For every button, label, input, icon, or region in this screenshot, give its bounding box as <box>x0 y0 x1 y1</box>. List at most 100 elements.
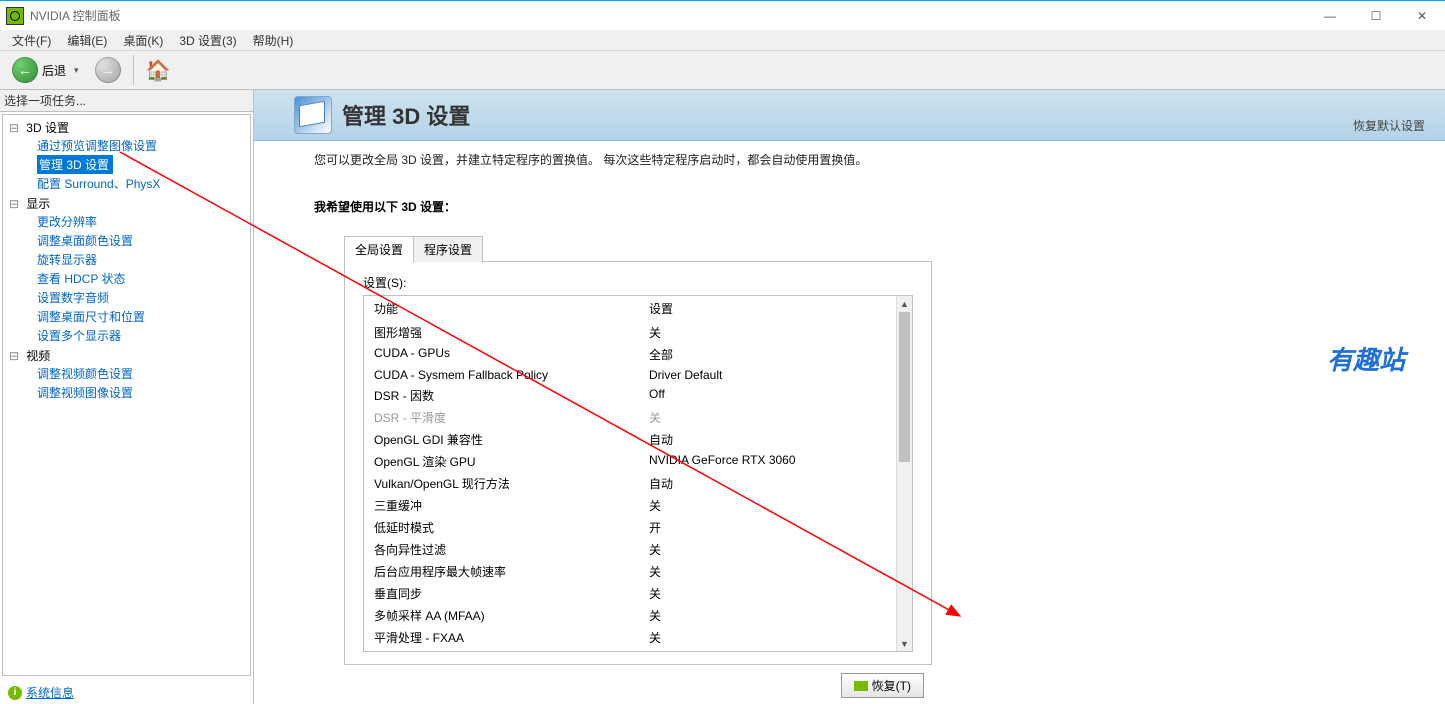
setting-value[interactable]: 自动 <box>639 428 897 450</box>
setting-feature: 图形增强 <box>364 321 639 343</box>
close-button[interactable]: ✕ <box>1399 1 1445 30</box>
setting-value[interactable]: 关 <box>639 626 897 648</box>
tree-group-label[interactable]: 视频 <box>7 347 246 364</box>
settings-table: 功能 设置 图形增强关CUDA - GPUs全部CUDA - Sysmem Fa… <box>363 295 913 652</box>
setting-value[interactable]: 关 <box>639 538 897 560</box>
system-info-link[interactable]: i 系统信息 <box>0 678 253 704</box>
restore-defaults-link[interactable]: 恢复默认设置 <box>1353 117 1425 134</box>
scroll-up-icon[interactable]: ▲ <box>897 296 912 311</box>
setting-feature: 垂直同步 <box>364 582 639 604</box>
settings-row[interactable]: 垂直同步关 <box>364 582 897 604</box>
setting-feature: 平滑处理 - 模式 <box>364 648 639 651</box>
task-header: 选择一项任务... <box>0 90 253 112</box>
setting-value[interactable]: 自动 <box>639 472 897 494</box>
settings-row[interactable]: CUDA - Sysmem Fallback PolicyDriver Defa… <box>364 365 897 384</box>
tree-group-display: 显示 更改分辨率 调整桌面颜色设置 旋转显示器 查看 HDCP 状态 设置数字音… <box>7 195 246 345</box>
settings-row[interactable]: 各向异性过滤关 <box>364 538 897 560</box>
settings-row[interactable]: Vulkan/OpenGL 现行方法自动 <box>364 472 897 494</box>
setting-feature: DSR - 平滑度 <box>364 406 639 428</box>
nvidia-logo-icon <box>854 681 868 691</box>
window-controls: — ☐ ✕ <box>1307 1 1445 30</box>
workspace: 选择一项任务... 3D 设置 通过预览调整图像设置 管理 3D 设置 配置 S… <box>0 90 1445 704</box>
settings-row[interactable]: DSR - 因数Off <box>364 384 897 406</box>
setting-value[interactable]: 关 <box>639 321 897 343</box>
main-body: 您可以更改全局 3D 设置，并建立特定程序的置换值。 每次这些特定程序启动时，都… <box>254 141 1445 698</box>
tree-item-preview[interactable]: 通过预览调整图像设置 <box>7 136 246 155</box>
home-button[interactable]: 🏠 <box>142 55 175 85</box>
settings-scroll[interactable]: 功能 设置 图形增强关CUDA - GPUs全部CUDA - Sysmem Fa… <box>364 296 897 651</box>
setting-value[interactable]: 全部 <box>639 343 897 365</box>
menubar: 文件(F) 编辑(E) 桌面(K) 3D 设置(3) 帮助(H) <box>0 30 1445 51</box>
tree-item[interactable]: 查看 HDCP 状态 <box>7 269 246 288</box>
col-feature-header: 功能 <box>364 296 639 321</box>
setting-value[interactable]: 关 <box>639 406 897 428</box>
setting-value[interactable]: NVIDIA GeForce RTX 3060 <box>639 450 897 472</box>
menu-edit[interactable]: 编辑(E) <box>59 30 115 51</box>
tab-panel-global: 设置(S): 功能 设置 图形增强关CUDA - GPUs全部CUDA - Sy… <box>344 261 932 665</box>
tree-item[interactable]: 旋转显示器 <box>7 250 246 269</box>
setting-value[interactable]: 关 <box>639 560 897 582</box>
settings-row[interactable]: DSR - 平滑度关 <box>364 406 897 428</box>
setting-value[interactable]: 开 <box>639 516 897 538</box>
watermark: 有趣站 <box>1327 340 1405 377</box>
tree-group-video: 视频 调整视频颜色设置 调整视频图像设置 <box>7 347 246 402</box>
settings-section: 我希望使用以下 3D 设置： 全局设置 程序设置 设置(S): 功能 设置 图形… <box>314 198 1385 698</box>
tree-group-label[interactable]: 3D 设置 <box>7 119 246 136</box>
tree-item-manage-3d[interactable]: 管理 3D 设置 <box>37 155 113 174</box>
setting-value[interactable]: Off <box>639 384 897 406</box>
back-label: 后退 <box>42 62 66 79</box>
back-button[interactable]: ← 后退 ▾ <box>8 55 87 85</box>
system-info-label: 系统信息 <box>26 684 74 701</box>
setting-value[interactable]: 关 <box>639 582 897 604</box>
tab-global[interactable]: 全局设置 <box>344 236 414 262</box>
setting-value[interactable]: 关 <box>639 604 897 626</box>
settings-row[interactable]: OpenGL GDI 兼容性自动 <box>364 428 897 450</box>
restore-button[interactable]: 恢复(T) <box>841 673 924 698</box>
settings-row[interactable]: 低延时模式开 <box>364 516 897 538</box>
menu-file[interactable]: 文件(F) <box>4 30 59 51</box>
setting-feature: CUDA - GPUs <box>364 343 639 365</box>
forward-button[interactable]: → <box>91 55 125 85</box>
settings-row[interactable]: CUDA - GPUs全部 <box>364 343 897 365</box>
setting-value[interactable]: Driver Default <box>639 365 897 384</box>
tree-item[interactable]: 设置数字音频 <box>7 288 246 307</box>
window-title: NVIDIA 控制面板 <box>30 7 1307 24</box>
settings-label: 设置(S): <box>363 274 913 291</box>
settings-row[interactable]: OpenGL 渲染 GPUNVIDIA GeForce RTX 3060 <box>364 450 897 472</box>
settings-row[interactable]: 三重缓冲关 <box>364 494 897 516</box>
action-buttons: 恢复(T) <box>344 673 924 698</box>
settings-header-row: 功能 设置 <box>364 296 897 321</box>
tree-item[interactable]: 更改分辨率 <box>7 212 246 231</box>
menu-3d-settings[interactable]: 3D 设置(3) <box>171 30 244 51</box>
menu-desktop[interactable]: 桌面(K) <box>115 30 171 51</box>
tree-item[interactable]: 设置多个显示器 <box>7 326 246 345</box>
settings-row[interactable]: 图形增强关 <box>364 321 897 343</box>
tab-program[interactable]: 程序设置 <box>413 236 483 262</box>
tree-group-label[interactable]: 显示 <box>7 195 246 212</box>
back-history-dropdown[interactable]: ▾ <box>70 65 83 76</box>
settings-row[interactable]: 平滑处理 - 模式关 <box>364 648 897 651</box>
main-panel: 管理 3D 设置 恢复默认设置 您可以更改全局 3D 设置，并建立特定程序的置换… <box>254 90 1445 704</box>
setting-feature: 各向异性过滤 <box>364 538 639 560</box>
scrollbar[interactable]: ▲ ▼ <box>896 296 912 651</box>
tree-item[interactable]: 调整桌面颜色设置 <box>7 231 246 250</box>
maximize-button[interactable]: ☐ <box>1353 1 1399 30</box>
main-header: 管理 3D 设置 恢复默认设置 <box>254 90 1445 141</box>
scroll-thumb[interactable] <box>899 312 910 462</box>
setting-value[interactable]: 关 <box>639 648 897 651</box>
settings-row[interactable]: 多帧采样 AA (MFAA)关 <box>364 604 897 626</box>
scroll-down-icon[interactable]: ▼ <box>897 636 912 651</box>
forward-arrow-icon: → <box>95 57 121 83</box>
menu-help[interactable]: 帮助(H) <box>245 30 302 51</box>
tree-item[interactable]: 调整视频颜色设置 <box>7 364 246 383</box>
home-icon: 🏠 <box>146 58 171 83</box>
tree-item-surround[interactable]: 配置 Surround、PhysX <box>7 174 246 193</box>
minimize-button[interactable]: — <box>1307 1 1353 30</box>
settings-row[interactable]: 平滑处理 - FXAA关 <box>364 626 897 648</box>
setting-value[interactable]: 关 <box>639 494 897 516</box>
tree-item[interactable]: 调整桌面尺寸和位置 <box>7 307 246 326</box>
restore-button-label: 恢复(T) <box>872 677 911 694</box>
settings-row[interactable]: 后台应用程序最大帧速率关 <box>364 560 897 582</box>
tree-item[interactable]: 调整视频图像设置 <box>7 383 246 402</box>
nvidia-app-icon <box>6 7 24 25</box>
